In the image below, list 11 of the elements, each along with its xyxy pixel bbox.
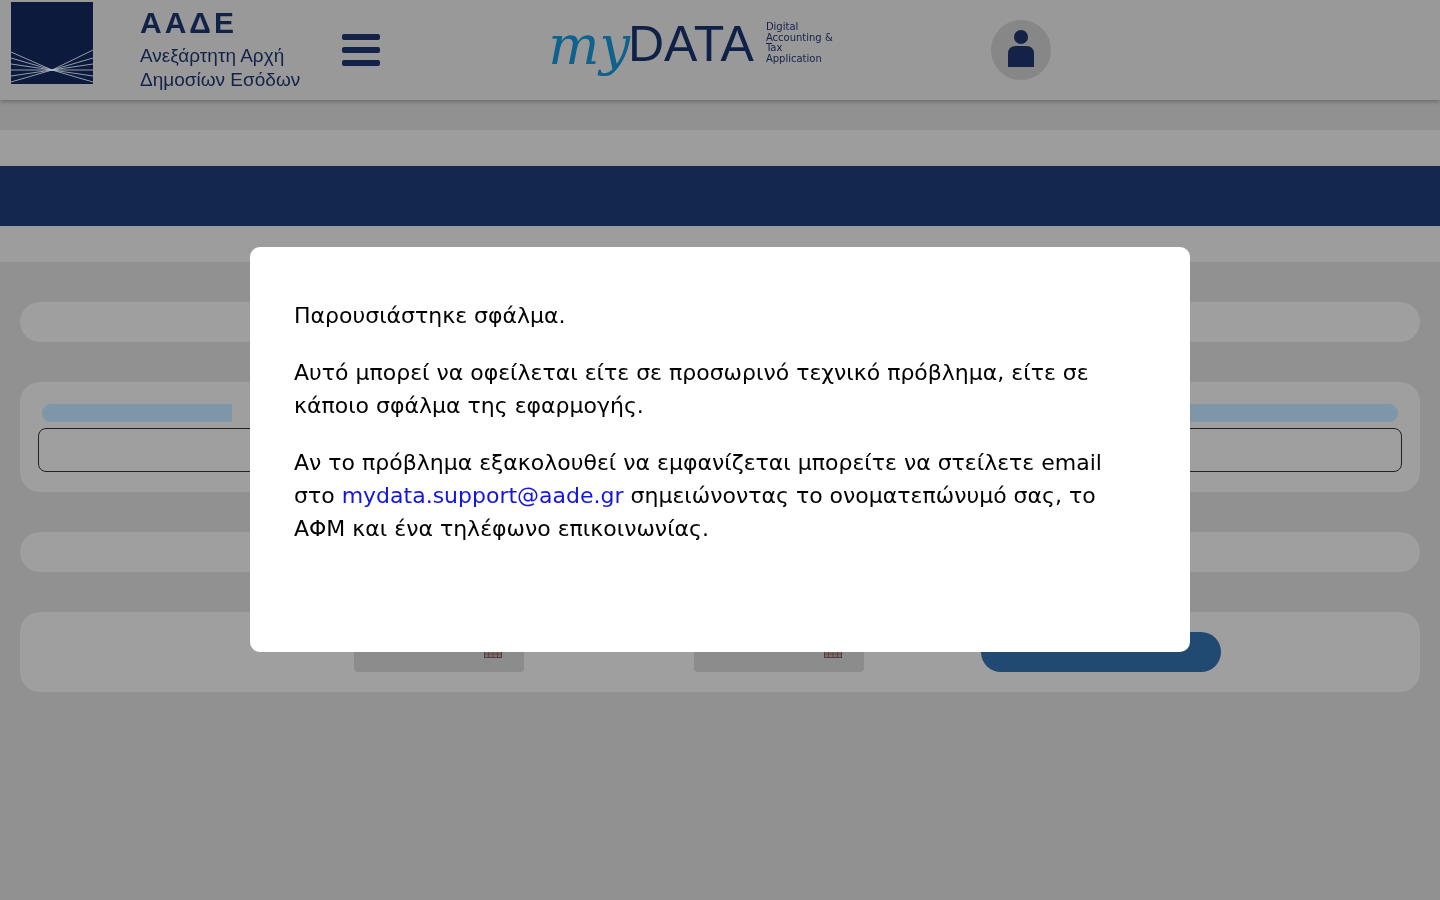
error-message: Αυτό μπορεί να οφείλεται είτε σε προσωρινό τεχνικό πρόβλημα, είτε σε κάποιο σφάλμα της εφαρμογής.	[294, 359, 1090, 420]
email-link[interactable]: mydata.support@aade.gr	[341, 483, 624, 508]
contact-message: Αν το πρόβλημα εξακολουθεί να εμφανίζεται μπορείτε να στείλετε email στο mydata.support@aade.gr σημειώνοντας το ονοματεπώνυμό σας, το ΑΦΜ και ένα τηλέφωνο επικοινωνίας.	[294, 449, 1103, 543]
logo-tagline: Digital Accounting & Tax Application	[765, 22, 833, 64]
menu-icon[interactable]	[342, 34, 381, 66]
error-title: Παρουσιάστηκε σφάλμα.	[294, 302, 567, 330]
agency-abbreviation: ΑΑΔΕ	[140, 8, 238, 38]
logo-icon	[11, 2, 93, 84]
agency-name: Ανεξάρτητη Αρχή	[140, 44, 286, 68]
user-avatar-icon[interactable]	[990, 20, 1051, 80]
agency-name: Δημοσίων Εσόδων	[140, 68, 301, 92]
